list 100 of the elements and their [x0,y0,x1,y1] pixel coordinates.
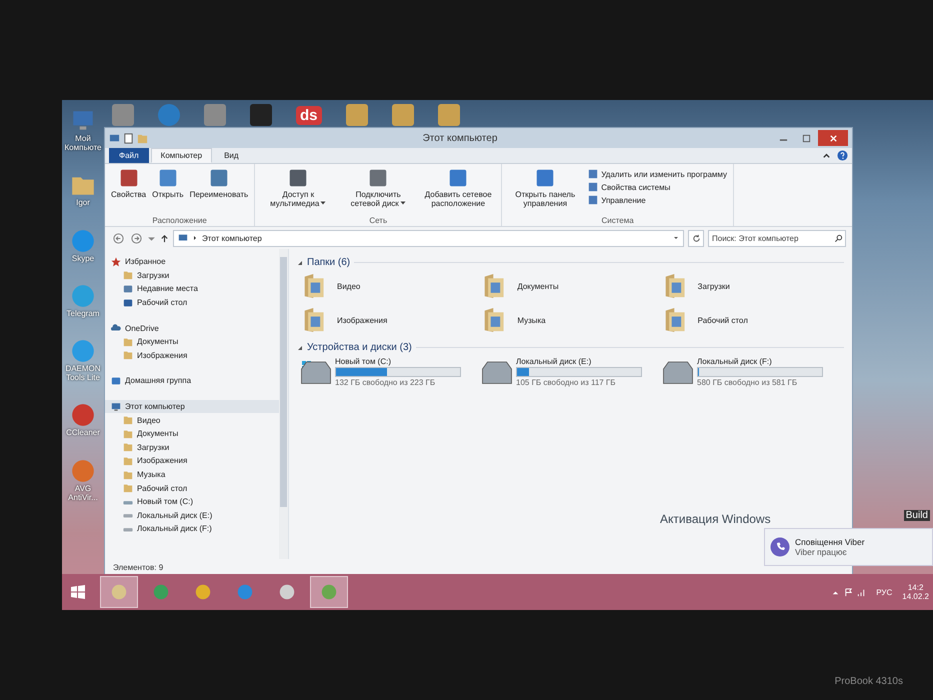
nav-tree-item[interactable]: Локальный диск (F:) [105,522,279,536]
free-space: 132 ГБ свободно из 223 ГБ [335,378,436,387]
ribbon-button[interactable]: Доступ к мультимедиа [259,166,338,216]
monitor-icon [178,233,188,243]
back-arrow-icon [112,232,124,244]
clock[interactable]: 14:2 14.02.2 [902,583,929,601]
caret-icon [673,235,679,241]
monitor-icon[interactable] [109,132,120,144]
group-label: Расположение [152,216,207,225]
folder-item[interactable]: Видео [303,272,484,300]
nav-tree-item[interactable]: Видео [105,413,279,427]
refresh-button[interactable] [688,230,704,246]
folder-icon [123,470,133,480]
drive-item[interactable]: Локальный диск (E:) 105 ГБ свободно из 117 ГБ [482,357,663,387]
collapse-icon[interactable] [822,151,831,160]
app-icon [70,282,96,309]
drive-name: Локальный диск (E:) [516,357,592,366]
caret-icon [400,200,406,206]
nav-tree-item[interactable]: Изображения [105,348,279,362]
drive-icon [663,360,693,384]
ribbon-tab[interactable]: Вид [214,148,249,163]
ribbon-button[interactable]: Свойства [109,166,148,216]
ribbon-icon [367,167,390,189]
address-field[interactable]: Этот компьютер [173,230,684,246]
drive-name: Новый том (C:) [335,357,392,366]
nav-tree-item[interactable]: Изображения [105,454,279,468]
chevron-icon [192,235,198,241]
ribbon-tab[interactable]: Компьютер [150,148,212,163]
nav-tree-item[interactable]: Рабочий стол [105,296,279,310]
up-arrow-icon[interactable] [160,234,169,242]
language-indicator[interactable]: РУС [876,588,892,596]
app-logo[interactable]: ds [296,106,322,124]
signal-icon[interactable] [857,588,866,596]
nav-tree-item[interactable]: Домашняя группа [105,374,279,388]
laptop-model-label: ProBook 4310s [834,676,903,687]
nav-tree-item[interactable]: Недавние места [105,282,279,296]
notification[interactable]: Сповіщення Viber Viber працює [764,528,933,566]
nav-tree-item[interactable]: Новый том (C:) [105,494,279,508]
search-field[interactable]: Поиск: Этот компьютер [708,230,846,246]
app-icon [278,583,296,601]
app-icon [110,583,128,601]
windows-logo-icon[interactable] [70,584,86,600]
nav-tree-item[interactable]: Документы [105,426,279,441]
folder-icon [123,442,133,452]
drive-item[interactable]: Локальный диск (F:) 580 ГБ свободно из 581 ГБ [663,357,844,387]
ribbon-button[interactable]: Открыть [150,166,186,216]
ribbon-button[interactable]: Управление [586,194,729,206]
nav-tree-item[interactable]: Документы [105,334,279,349]
drive-item[interactable]: Новый том (C:) 132 ГБ свободно из 223 ГБ [301,357,482,387]
activation-watermark: Активация Windows [660,512,771,526]
nav-tree-item[interactable]: Этот компьютер [105,400,279,414]
folder-icon [123,428,133,439]
collapse-icon[interactable] [297,260,303,266]
folder-icon[interactable] [346,104,368,126]
cloud-icon [111,323,121,334]
ribbon-button[interactable]: Добавить сетевое расположение [419,166,498,216]
folder-item[interactable]: Музыка [483,306,664,334]
folder-item[interactable]: Загрузки [664,272,844,300]
ribbon-button[interactable]: Удалить или изменить программу [586,168,729,180]
taskbar-button[interactable] [310,576,348,608]
nav-tree-item[interactable]: Рабочий стол [105,481,279,495]
ribbon-button[interactable]: Открыть панель управления [506,166,584,216]
collapse-icon[interactable] [297,344,303,350]
ribbon-icon [534,167,556,189]
search-icon[interactable] [834,234,843,242]
nav-tree-item[interactable]: Загрузки [105,268,279,282]
nav-tree-item[interactable]: Музыка [105,468,279,482]
nav-icon [123,298,133,308]
app-icon [236,583,254,601]
folder-icon[interactable] [438,104,460,126]
folder-item[interactable]: Изображения [303,306,484,334]
back-button[interactable] [111,231,125,245]
folder-item[interactable]: Документы [483,272,664,300]
app-icon [70,228,96,254]
document-icon[interactable] [123,132,134,144]
forward-button[interactable] [129,231,143,245]
folder-icon[interactable] [392,104,414,126]
group-label: Сеть [369,216,388,225]
item-count: Элементов: 9 [113,563,164,572]
drive-icon [482,360,512,384]
nav-tree-item[interactable]: Загрузки [105,440,279,454]
nav-tree-item[interactable]: Локальный диск (E:) [105,508,279,522]
nav-tree-item[interactable]: OneDrive [105,321,279,335]
scrollbar[interactable] [279,249,288,559]
ribbon-button[interactable]: Свойства системы [586,181,729,193]
refresh-icon [692,234,700,242]
build-watermark: Build [904,510,930,521]
desktop-shortcut[interactable]: Мой Компьюте [62,108,104,152]
desktop-shortcut[interactable]: Igor [62,172,104,208]
help-icon[interactable] [837,150,848,161]
flag-icon[interactable] [844,588,854,596]
ribbon-tab[interactable]: Файл [109,148,149,163]
group-header: Устройства и диски (3) [307,342,412,353]
ribbon-button[interactable]: Подключить сетевой диск [339,166,418,216]
app-icon [70,338,96,364]
close-button[interactable] [818,130,848,146]
phone-icon [770,537,790,557]
ribbon-button[interactable]: Переименовать [188,166,250,216]
nav-tree-item[interactable]: Избранное [105,255,279,269]
folder-item[interactable]: Рабочий стол [664,306,844,334]
